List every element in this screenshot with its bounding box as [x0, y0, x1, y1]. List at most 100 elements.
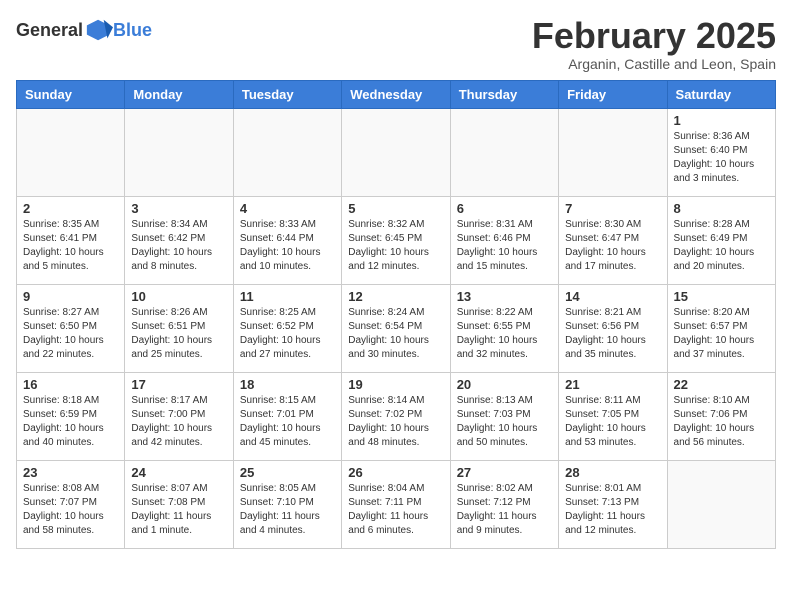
day-info: Sunrise: 8:11 AM Sunset: 7:05 PM Dayligh…: [565, 394, 660, 450]
weekday-header-friday: Friday: [559, 80, 667, 108]
day-info: Sunrise: 8:28 AM Sunset: 6:49 PM Dayligh…: [674, 218, 769, 274]
weekday-header-sunday: Sunday: [17, 80, 125, 108]
day-info: Sunrise: 8:07 AM Sunset: 7:08 PM Dayligh…: [131, 482, 226, 538]
day-info: Sunrise: 8:35 AM Sunset: 6:41 PM Dayligh…: [23, 218, 118, 274]
day-cell: 25 Sunrise: 8:05 AM Sunset: 7:10 PM Dayli…: [233, 460, 341, 548]
day-number: 4: [240, 201, 335, 216]
day-info: Sunrise: 8:27 AM Sunset: 6:50 PM Dayligh…: [23, 306, 118, 362]
day-cell: 9 Sunrise: 8:27 AM Sunset: 6:50 PM Daylig…: [17, 284, 125, 372]
day-cell: 12 Sunrise: 8:24 AM Sunset: 6:54 PM Dayli…: [342, 284, 450, 372]
day-number: 8: [674, 201, 769, 216]
day-number: 24: [131, 465, 226, 480]
day-cell: 11 Sunrise: 8:25 AM Sunset: 6:52 PM Dayli…: [233, 284, 341, 372]
week-row-4: 16Sunrise: 8:18 AM Sunset: 6:59 PM Dayli…: [17, 372, 776, 460]
day-number: 23: [23, 465, 118, 480]
weekday-row: SundayMondayTuesdayWednesdayThursdayFrid…: [17, 80, 776, 108]
day-number: 14: [565, 289, 660, 304]
weekday-header-tuesday: Tuesday: [233, 80, 341, 108]
day-info: Sunrise: 8:32 AM Sunset: 6:45 PM Dayligh…: [348, 218, 443, 274]
day-info: Sunrise: 8:21 AM Sunset: 6:56 PM Dayligh…: [565, 306, 660, 362]
day-number: 25: [240, 465, 335, 480]
day-info: Sunrise: 8:24 AM Sunset: 6:54 PM Dayligh…: [348, 306, 443, 362]
day-cell: 27Sunrise: 8:02 AM Sunset: 7:12 PM Dayli…: [450, 460, 558, 548]
day-info: Sunrise: 8:10 AM Sunset: 7:06 PM Dayligh…: [674, 394, 769, 450]
day-cell: 5 Sunrise: 8:32 AM Sunset: 6:45 PM Daylig…: [342, 196, 450, 284]
day-info: Sunrise: 8:01 AM Sunset: 7:13 PM Dayligh…: [565, 482, 660, 538]
day-info: Sunrise: 8:13 AM Sunset: 7:03 PM Dayligh…: [457, 394, 552, 450]
day-cell: 22 Sunrise: 8:10 AM Sunset: 7:06 PM Dayli…: [667, 372, 775, 460]
day-info: Sunrise: 8:33 AM Sunset: 6:44 PM Dayligh…: [240, 218, 335, 274]
day-cell: 2 Sunrise: 8:35 AM Sunset: 6:41 PM Daylig…: [17, 196, 125, 284]
day-number: 10: [131, 289, 226, 304]
day-number: 5: [348, 201, 443, 216]
week-row-1: 1Sunrise: 8:36 AM Sunset: 6:40 PM Daylig…: [17, 108, 776, 196]
day-number: 12: [348, 289, 443, 304]
day-info: Sunrise: 8:05 AM Sunset: 7:10 PM Dayligh…: [240, 482, 335, 538]
day-number: 27: [457, 465, 552, 480]
day-cell: 1Sunrise: 8:36 AM Sunset: 6:40 PM Daylig…: [667, 108, 775, 196]
day-cell: 4 Sunrise: 8:33 AM Sunset: 6:44 PM Daylig…: [233, 196, 341, 284]
day-number: 7: [565, 201, 660, 216]
day-cell: 26 Sunrise: 8:04 AM Sunset: 7:11 PM Dayli…: [342, 460, 450, 548]
day-info: Sunrise: 8:14 AM Sunset: 7:02 PM Dayligh…: [348, 394, 443, 450]
day-cell: [342, 108, 450, 196]
day-number: 13: [457, 289, 552, 304]
day-cell: 19 Sunrise: 8:14 AM Sunset: 7:02 PM Dayli…: [342, 372, 450, 460]
day-cell: 3 Sunrise: 8:34 AM Sunset: 6:42 PM Daylig…: [125, 196, 233, 284]
day-info: Sunrise: 8:34 AM Sunset: 6:42 PM Dayligh…: [131, 218, 226, 274]
day-number: 28: [565, 465, 660, 480]
day-number: 9: [23, 289, 118, 304]
day-cell: 15Sunrise: 8:20 AM Sunset: 6:57 PM Dayli…: [667, 284, 775, 372]
day-cell: 10 Sunrise: 8:26 AM Sunset: 6:51 PM Dayli…: [125, 284, 233, 372]
day-number: 11: [240, 289, 335, 304]
day-cell: [667, 460, 775, 548]
day-cell: 14 Sunrise: 8:21 AM Sunset: 6:56 PM Dayli…: [559, 284, 667, 372]
day-info: Sunrise: 8:30 AM Sunset: 6:47 PM Dayligh…: [565, 218, 660, 274]
day-cell: 6 Sunrise: 8:31 AM Sunset: 6:46 PM Daylig…: [450, 196, 558, 284]
day-cell: [450, 108, 558, 196]
day-info: Sunrise: 8:04 AM Sunset: 7:11 PM Dayligh…: [348, 482, 443, 538]
calendar-subtitle: Arganin, Castille and Leon, Spain: [532, 56, 776, 72]
day-cell: [17, 108, 125, 196]
day-number: 21: [565, 377, 660, 392]
calendar-header: SundayMondayTuesdayWednesdayThursdayFrid…: [17, 80, 776, 108]
weekday-header-saturday: Saturday: [667, 80, 775, 108]
day-info: Sunrise: 8:08 AM Sunset: 7:07 PM Dayligh…: [23, 482, 118, 538]
day-cell: 7 Sunrise: 8:30 AM Sunset: 6:47 PM Daylig…: [559, 196, 667, 284]
day-cell: 8 Sunrise: 8:28 AM Sunset: 6:49 PM Daylig…: [667, 196, 775, 284]
day-number: 1: [674, 113, 769, 128]
header: General Blue February 2025 Arganin, Cast…: [16, 16, 776, 72]
day-number: 6: [457, 201, 552, 216]
day-cell: [125, 108, 233, 196]
day-number: 16: [23, 377, 118, 392]
weekday-header-wednesday: Wednesday: [342, 80, 450, 108]
day-number: 22: [674, 377, 769, 392]
day-info: Sunrise: 8:31 AM Sunset: 6:46 PM Dayligh…: [457, 218, 552, 274]
logo-text-blue: Blue: [113, 20, 152, 41]
day-cell: 24 Sunrise: 8:07 AM Sunset: 7:08 PM Dayli…: [125, 460, 233, 548]
day-cell: [559, 108, 667, 196]
day-info: Sunrise: 8:25 AM Sunset: 6:52 PM Dayligh…: [240, 306, 335, 362]
day-cell: 17Sunrise: 8:17 AM Sunset: 7:00 PM Dayli…: [125, 372, 233, 460]
day-cell: 20 Sunrise: 8:13 AM Sunset: 7:03 PM Dayli…: [450, 372, 558, 460]
day-number: 26: [348, 465, 443, 480]
day-number: 18: [240, 377, 335, 392]
day-cell: 16Sunrise: 8:18 AM Sunset: 6:59 PM Dayli…: [17, 372, 125, 460]
day-info: Sunrise: 8:26 AM Sunset: 6:51 PM Dayligh…: [131, 306, 226, 362]
day-number: 19: [348, 377, 443, 392]
calendar-table: SundayMondayTuesdayWednesdayThursdayFrid…: [16, 80, 776, 549]
day-number: 3: [131, 201, 226, 216]
week-row-3: 9 Sunrise: 8:27 AM Sunset: 6:50 PM Daylig…: [17, 284, 776, 372]
day-cell: 23 Sunrise: 8:08 AM Sunset: 7:07 PM Dayli…: [17, 460, 125, 548]
day-info: Sunrise: 8:17 AM Sunset: 7:00 PM Dayligh…: [131, 394, 226, 450]
day-number: 20: [457, 377, 552, 392]
day-cell: 18Sunrise: 8:15 AM Sunset: 7:01 PM Dayli…: [233, 372, 341, 460]
day-number: 15: [674, 289, 769, 304]
weekday-header-monday: Monday: [125, 80, 233, 108]
day-cell: [233, 108, 341, 196]
title-section: February 2025 Arganin, Castille and Leon…: [532, 16, 776, 72]
day-number: 2: [23, 201, 118, 216]
week-row-5: 23 Sunrise: 8:08 AM Sunset: 7:07 PM Dayli…: [17, 460, 776, 548]
weekday-header-thursday: Thursday: [450, 80, 558, 108]
day-cell: 21 Sunrise: 8:11 AM Sunset: 7:05 PM Dayli…: [559, 372, 667, 460]
